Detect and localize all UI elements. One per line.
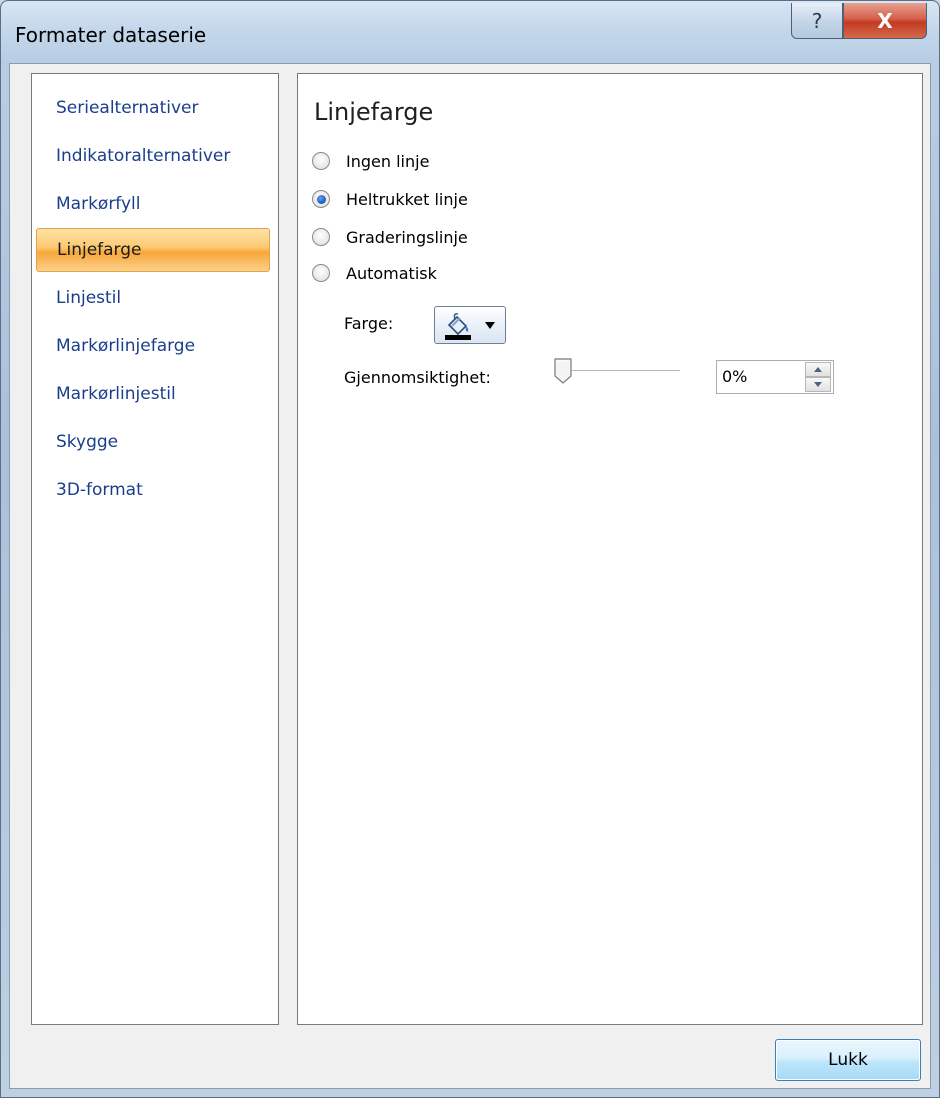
transparency-slider-track[interactable] (564, 370, 680, 372)
nav-item-seriealternativer[interactable]: Seriealternativer (36, 86, 270, 130)
options-panel: Linjefarge Ingen linje Heltrukket linje … (297, 73, 923, 1025)
nav-item-label: Seriealternativer (56, 98, 199, 118)
radio-heltrukket-linje[interactable]: Heltrukket linje (312, 186, 468, 212)
section-title: Linjefarge (314, 98, 434, 126)
nav-item-linjestil[interactable]: Linjestil (36, 276, 270, 320)
nav-item-markorlinjefarge[interactable]: Markørlinjefarge (36, 324, 270, 368)
title-bar[interactable]: Formater dataserie ? X (1, 1, 939, 63)
radio-ingen-linje[interactable]: Ingen linje (312, 148, 429, 174)
dialog-title: Formater dataserie (15, 23, 207, 47)
close-icon: X (877, 8, 893, 33)
chevron-down-icon (814, 382, 822, 387)
color-label: Farge: (344, 314, 394, 333)
radio-automatisk[interactable]: Automatisk (312, 260, 437, 286)
nav-item-label: Linjestil (56, 288, 122, 308)
dropdown-arrow-icon (485, 322, 495, 329)
radio-selected-dot (316, 194, 326, 204)
nav-item-label: 3D-format (56, 480, 143, 500)
nav-item-skygge[interactable]: Skygge (36, 420, 270, 464)
dialog-window: Formater dataserie ? X Seriealternativer… (0, 0, 940, 1098)
transparency-spinbox[interactable]: 0% (716, 360, 834, 394)
close-button[interactable]: Lukk (775, 1039, 921, 1081)
nav-item-label: Skygge (56, 432, 119, 452)
transparency-label: Gjennomsiktighet: (344, 368, 491, 387)
help-icon: ? (811, 8, 823, 33)
radio-label: Ingen linje (346, 151, 430, 171)
radio-button[interactable] (312, 264, 330, 282)
color-swatch (445, 335, 471, 340)
category-list: Seriealternativer Indikatoralternativer … (31, 73, 279, 1025)
radio-graderingslinje[interactable]: Graderingslinje (312, 224, 468, 250)
nav-item-indikatoralternativer[interactable]: Indikatoralternativer (36, 134, 270, 178)
nav-item-label: Indikatoralternativer (56, 146, 231, 166)
radio-button[interactable] (312, 190, 330, 208)
nav-item-label: Markørlinjestil (56, 384, 176, 404)
radio-label: Graderingslinje (346, 227, 468, 247)
help-button[interactable]: ? (791, 3, 843, 39)
nav-item-linjefarge[interactable]: Linjefarge (36, 228, 270, 272)
spin-up-button[interactable] (805, 362, 831, 377)
line-color-picker-button[interactable] (434, 306, 506, 344)
nav-item-label: Linjefarge (57, 240, 142, 260)
transparency-value: 0% (722, 367, 748, 386)
transparency-slider-thumb[interactable] (554, 358, 572, 384)
spin-down-button[interactable] (805, 377, 831, 392)
nav-item-label: Markørlinjefarge (56, 336, 196, 356)
nav-item-label: Markørfyll (56, 194, 141, 214)
radio-button[interactable] (312, 152, 330, 170)
close-window-button[interactable]: X (843, 3, 927, 39)
nav-item-3d-format[interactable]: 3D-format (36, 468, 270, 512)
nav-item-markorlinjestil[interactable]: Markørlinjestil (36, 372, 270, 416)
chevron-up-icon (814, 367, 822, 372)
radio-label: Automatisk (346, 263, 437, 283)
radio-button[interactable] (312, 228, 330, 246)
radio-label: Heltrukket linje (346, 189, 468, 209)
nav-item-markorfyll[interactable]: Markørfyll (36, 182, 270, 226)
